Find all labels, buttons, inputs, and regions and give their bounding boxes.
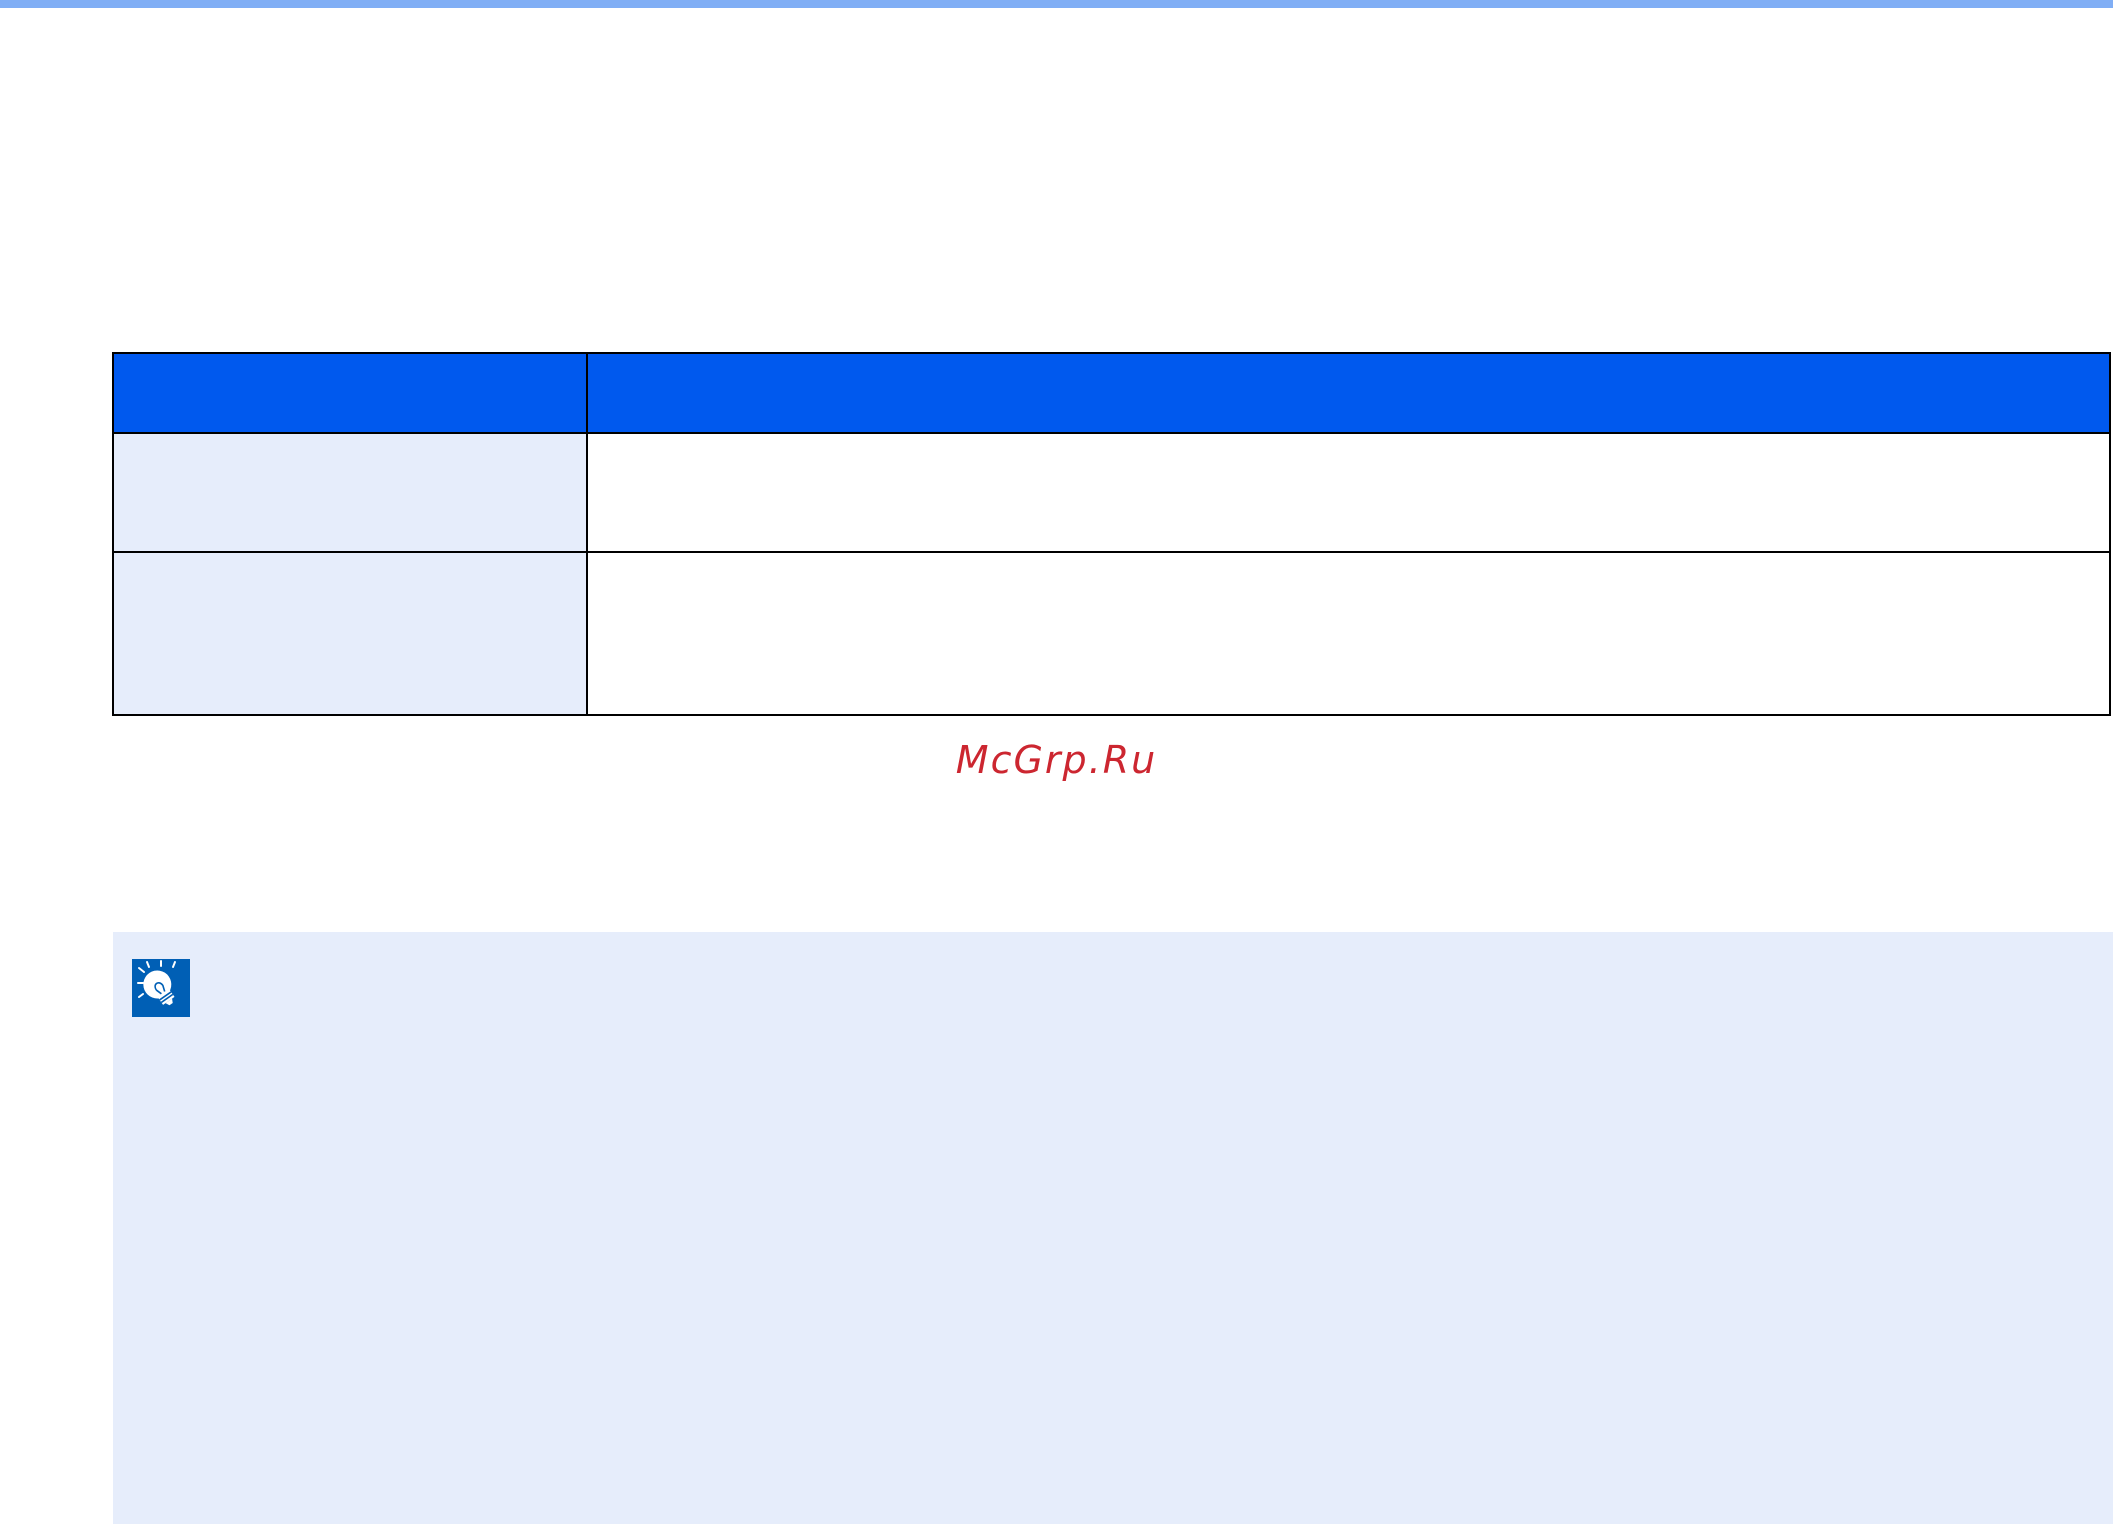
table-row-label xyxy=(114,553,588,714)
table-row-value xyxy=(588,434,2109,553)
note-box xyxy=(113,932,2113,1524)
table-row-label xyxy=(114,434,588,553)
table-header-description xyxy=(588,354,2109,434)
settings-table xyxy=(112,352,2111,716)
lightbulb-icon xyxy=(132,959,190,1017)
table-row-value xyxy=(588,553,2109,714)
table-header-item xyxy=(114,354,588,434)
top-rule xyxy=(0,0,2113,8)
watermark: McGrp.Ru xyxy=(955,738,1158,782)
